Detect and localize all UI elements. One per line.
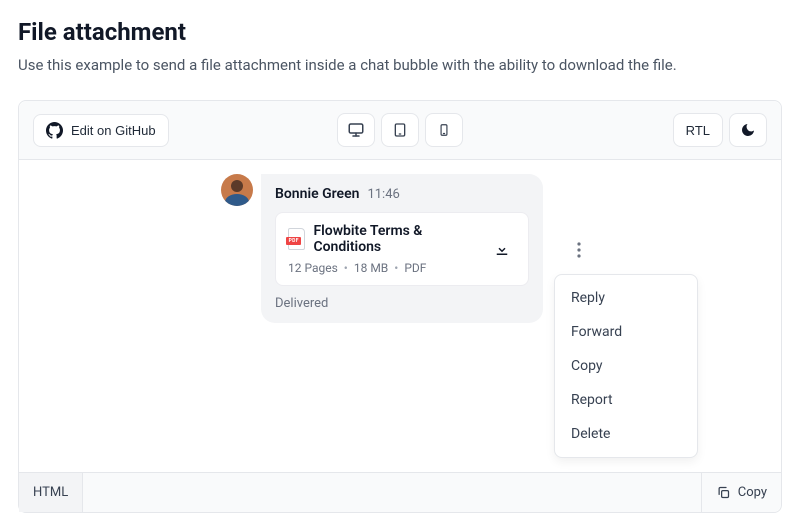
dark-mode-toggle-button[interactable]	[729, 113, 767, 147]
menu-item-delete[interactable]: Delete	[555, 417, 697, 451]
toolbar: Edit on GitHub RTL	[19, 101, 781, 160]
download-icon	[493, 240, 511, 258]
moon-icon	[740, 122, 756, 138]
file-size: 18 MB	[354, 261, 388, 275]
separator-dot: •	[394, 261, 398, 275]
chat-message: Bonnie Green 11:46 PDF Flowbite Terms & …	[221, 174, 543, 323]
bubble-header: Bonnie Green 11:46	[275, 186, 529, 202]
menu-item-report[interactable]: Report	[555, 383, 697, 417]
pdf-icon: PDF	[288, 228, 305, 250]
file-attachment-card: PDF Flowbite Terms & Conditions 12 Pages…	[275, 212, 529, 286]
viewport-buttons	[337, 113, 463, 147]
file-pages: 12 Pages	[288, 261, 338, 275]
section-description: Use this example to send a file attachme…	[18, 56, 782, 74]
file-meta: 12 Pages • 18 MB • PDF	[288, 261, 488, 275]
menu-item-reply[interactable]: Reply	[555, 281, 697, 315]
mobile-view-button[interactable]	[425, 113, 463, 147]
tablet-icon	[392, 121, 408, 139]
code-footer: HTML Copy	[19, 472, 781, 512]
desktop-icon	[347, 121, 365, 139]
rtl-toggle-button[interactable]: RTL	[673, 113, 723, 147]
message-options-menu: Reply Forward Copy Report Delete	[554, 274, 698, 458]
mobile-icon	[437, 121, 451, 139]
github-icon	[46, 122, 63, 139]
preview-area: Bonnie Green 11:46 PDF Flowbite Terms & …	[19, 160, 781, 472]
sender-name: Bonnie Green	[275, 186, 359, 202]
message-options-button[interactable]	[565, 236, 593, 264]
section-title: File attachment	[18, 18, 782, 46]
copy-icon	[716, 485, 731, 500]
separator-dot: •	[344, 261, 348, 275]
more-vertical-icon	[577, 242, 581, 258]
copy-code-button[interactable]: Copy	[701, 473, 781, 512]
example-panel: Edit on GitHub RTL	[18, 100, 782, 513]
tab-html[interactable]: HTML	[19, 473, 83, 512]
chat-bubble: Bonnie Green 11:46 PDF Flowbite Terms & …	[261, 174, 543, 323]
copy-label: Copy	[738, 485, 767, 500]
rtl-label: RTL	[686, 123, 710, 138]
file-name: Flowbite Terms & Conditions	[313, 223, 488, 255]
menu-item-copy[interactable]: Copy	[555, 349, 697, 383]
file-type: PDF	[404, 261, 426, 275]
message-status: Delivered	[275, 296, 529, 311]
message-time: 11:46	[367, 187, 399, 202]
edit-on-github-button[interactable]: Edit on GitHub	[33, 114, 169, 147]
desktop-view-button[interactable]	[337, 113, 375, 147]
tablet-view-button[interactable]	[381, 113, 419, 147]
avatar	[221, 174, 253, 206]
edit-on-github-label: Edit on GitHub	[71, 123, 156, 138]
menu-item-forward[interactable]: Forward	[555, 315, 697, 349]
download-button[interactable]	[488, 235, 516, 263]
